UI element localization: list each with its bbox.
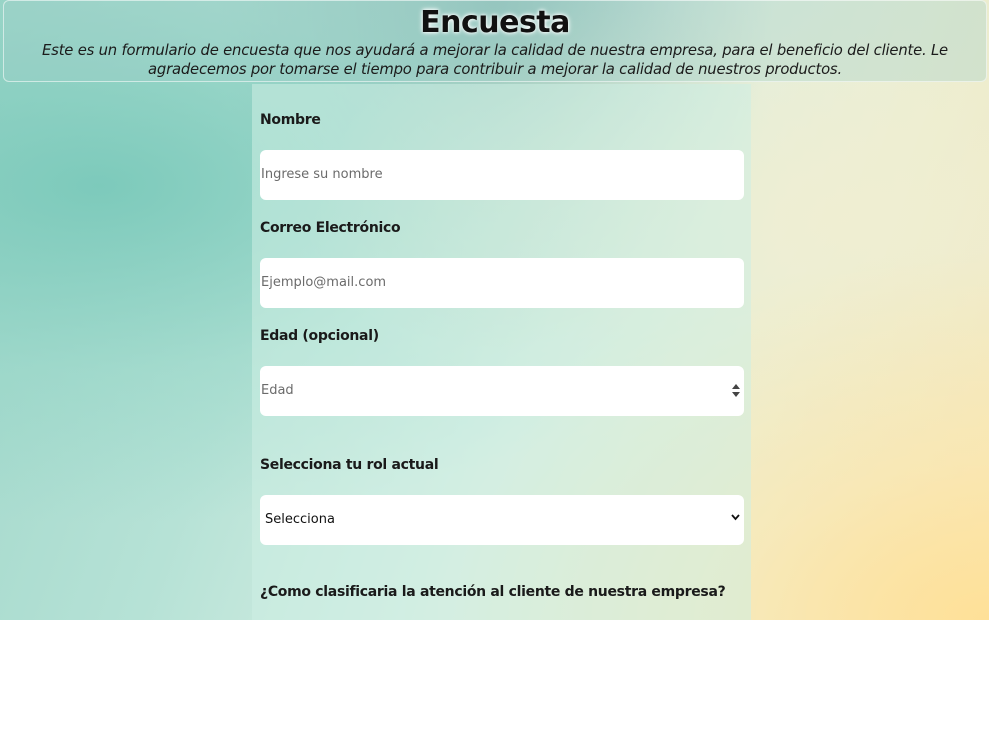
rating-question-label: ¿Como clasificaria la atención al client…: [260, 584, 726, 600]
survey-header: Encuesta Este es un formulario de encues…: [3, 0, 987, 82]
age-input[interactable]: Edad: [260, 366, 744, 416]
name-label: Nombre: [260, 112, 321, 128]
spinner-up-icon[interactable]: [732, 384, 740, 389]
name-input-placeholder: Ingrese su nombre: [261, 167, 383, 182]
role-select-value: Selecciona: [265, 512, 335, 527]
spinner-down-icon[interactable]: [732, 392, 740, 397]
age-label: Edad (opcional): [260, 328, 379, 344]
email-label: Correo Electrónico: [260, 220, 401, 236]
spinner-arrows-icon[interactable]: [732, 383, 740, 399]
email-input[interactable]: Ejemplo@mail.com: [260, 258, 744, 308]
role-select[interactable]: Selecciona: [260, 495, 744, 545]
survey-description: Este es un formulario de encuesta que no…: [42, 42, 948, 78]
page-title: Encuesta: [420, 5, 570, 40]
chevron-down-icon: [731, 513, 740, 521]
email-input-placeholder: Ejemplo@mail.com: [261, 275, 387, 290]
age-input-placeholder: Edad: [261, 383, 294, 398]
name-input[interactable]: Ingrese su nombre: [260, 150, 744, 200]
role-label: Selecciona tu rol actual: [260, 457, 439, 473]
survey-form: Nombre Ingrese su nombre Correo Electrón…: [252, 84, 751, 620]
